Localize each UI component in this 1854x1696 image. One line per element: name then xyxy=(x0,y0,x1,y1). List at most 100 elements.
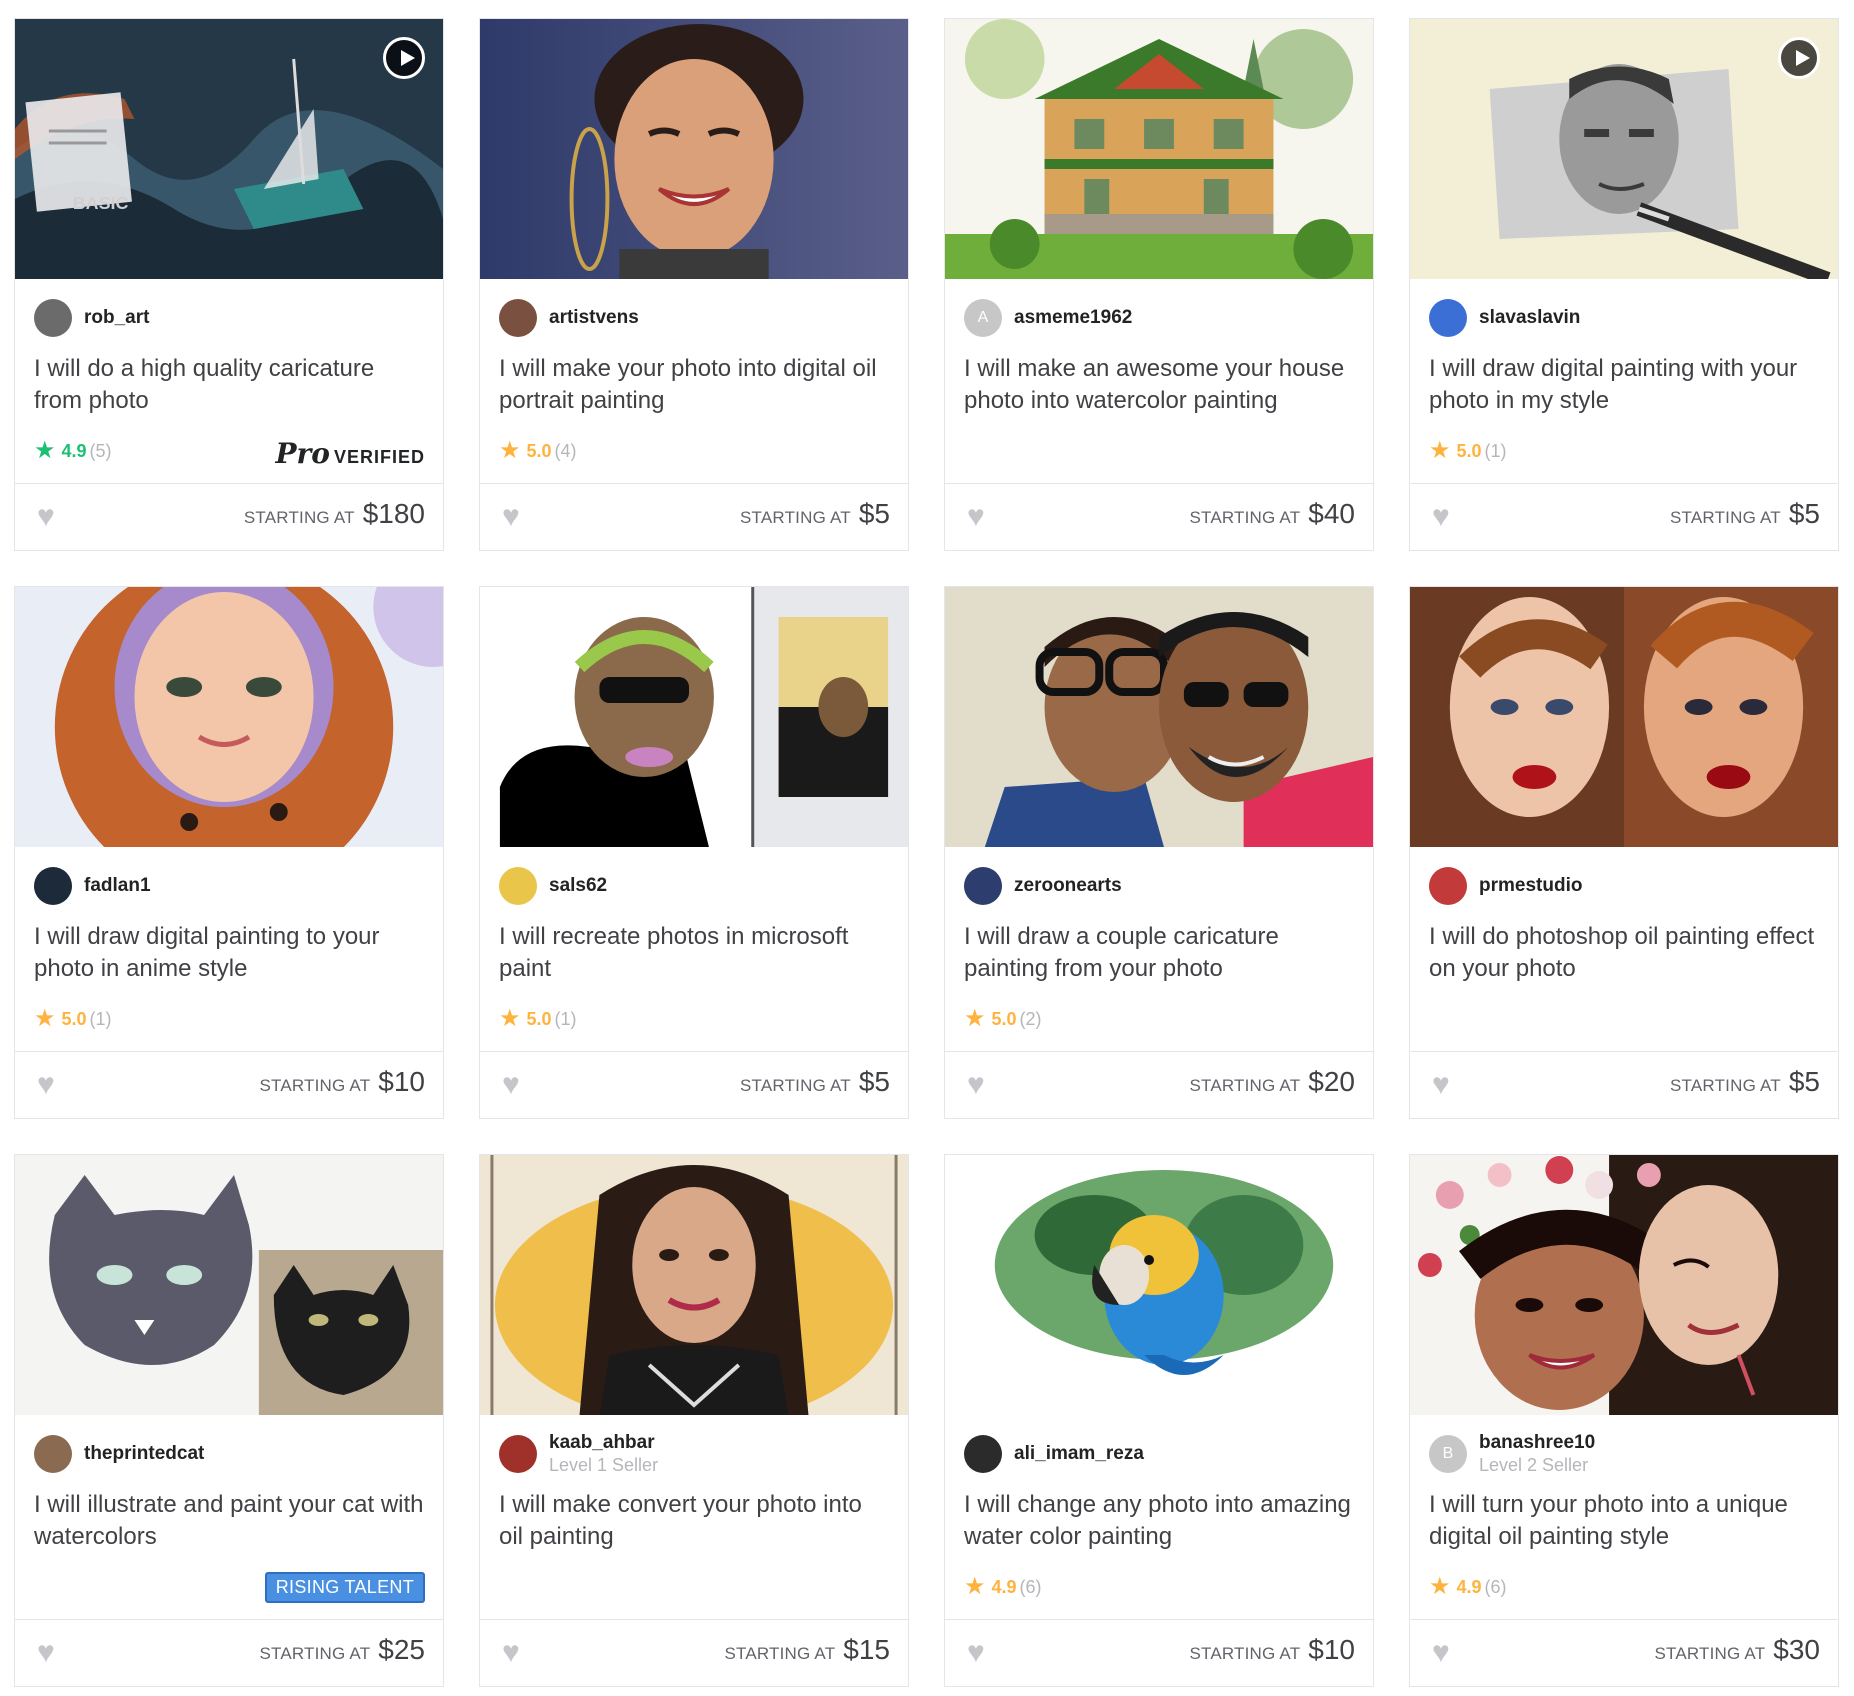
seller-avatar[interactable]: A xyxy=(964,299,1002,337)
gig-thumbnail[interactable] xyxy=(945,19,1373,279)
gig-card[interactable]: sals62 I will recreate photos in microsof… xyxy=(479,586,909,1119)
seller-avatar[interactable] xyxy=(499,1435,537,1473)
gig-price[interactable]: STARTING AT $5 xyxy=(1670,1066,1820,1098)
gig-title[interactable]: I will draw digital painting with your p… xyxy=(1429,353,1819,417)
gig-price[interactable]: STARTING AT $30 xyxy=(1654,1634,1820,1666)
seller-avatar[interactable] xyxy=(1429,299,1467,337)
seller-avatar[interactable]: B xyxy=(1429,1435,1467,1473)
heart-icon[interactable]: ♥ xyxy=(967,502,985,532)
seller-name[interactable]: sals62 xyxy=(549,875,607,897)
seller-info[interactable]: zeroonearts xyxy=(964,866,1122,906)
price-value[interactable]: $5 xyxy=(1789,498,1820,530)
gig-title[interactable]: I will turn your photo into a unique dig… xyxy=(1429,1489,1819,1553)
seller-info[interactable]: kaab_ahbar Level 1 Seller xyxy=(499,1432,658,1475)
gig-card[interactable]: ali_imam_reza I will change any photo int… xyxy=(944,1154,1374,1687)
seller-info[interactable]: rob_art xyxy=(34,298,149,338)
seller-name[interactable]: artistvens xyxy=(549,307,639,329)
seller-name[interactable]: kaab_ahbar xyxy=(549,1432,658,1454)
gig-card[interactable]: Aasmeme1962 I will make an awesome your h… xyxy=(944,18,1374,551)
gig-card[interactable]: kaab_ahbar Level 1 Seller I will make conv… xyxy=(479,1154,909,1687)
gig-price[interactable]: STARTING AT $5 xyxy=(1670,498,1820,530)
seller-info[interactable]: ali_imam_reza xyxy=(964,1434,1144,1474)
gig-card[interactable]: BASIC rob_art I will do a high quality car… xyxy=(14,18,444,551)
price-value[interactable]: $25 xyxy=(378,1634,425,1666)
gig-price[interactable]: STARTING AT $40 xyxy=(1189,498,1355,530)
gig-thumbnail[interactable] xyxy=(480,1155,908,1415)
seller-name[interactable]: zeroonearts xyxy=(1014,875,1122,897)
gig-title[interactable]: I will draw a couple caricature painting… xyxy=(964,921,1354,985)
heart-icon[interactable]: ♥ xyxy=(967,1070,985,1100)
seller-avatar[interactable] xyxy=(34,299,72,337)
gig-title[interactable]: I will change any photo into amazing wat… xyxy=(964,1489,1354,1553)
gig-card[interactable]: artistvens I will make your photo into di… xyxy=(479,18,909,551)
seller-avatar[interactable] xyxy=(34,1435,72,1473)
seller-avatar[interactable] xyxy=(499,867,537,905)
gig-price[interactable]: STARTING AT $20 xyxy=(1189,1066,1355,1098)
gig-card[interactable]: Bbanashree10 Level 2 Seller I will turn yo… xyxy=(1409,1154,1839,1687)
gig-thumbnail[interactable] xyxy=(15,1155,443,1415)
gig-title[interactable]: I will draw digital painting to your pho… xyxy=(34,921,424,985)
seller-name[interactable]: theprintedcat xyxy=(84,1443,204,1465)
seller-info[interactable]: Bbanashree10 Level 2 Seller xyxy=(1429,1432,1595,1475)
gig-thumbnail[interactable] xyxy=(1410,19,1838,279)
heart-icon[interactable]: ♥ xyxy=(502,502,520,532)
heart-icon[interactable]: ♥ xyxy=(1432,1638,1450,1668)
gig-title[interactable]: I will recreate photos in microsoft pain… xyxy=(499,921,889,985)
seller-info[interactable]: sals62 xyxy=(499,866,607,906)
gig-title[interactable]: I will do a high quality caricature from… xyxy=(34,353,424,417)
price-value[interactable]: $180 xyxy=(363,498,425,530)
seller-avatar[interactable] xyxy=(1429,867,1467,905)
gig-thumbnail[interactable] xyxy=(945,1155,1373,1415)
heart-icon[interactable]: ♥ xyxy=(967,1638,985,1668)
gig-title[interactable]: I will make convert your photo into oil … xyxy=(499,1489,889,1553)
price-value[interactable]: $5 xyxy=(1789,1066,1820,1098)
gig-thumbnail[interactable] xyxy=(945,587,1373,847)
seller-name[interactable]: ali_imam_reza xyxy=(1014,1443,1144,1465)
gig-thumbnail[interactable] xyxy=(480,587,908,847)
seller-name[interactable]: banashree10 xyxy=(1479,1432,1595,1454)
seller-info[interactable]: theprintedcat xyxy=(34,1434,204,1474)
gig-title[interactable]: I will make an awesome your house photo … xyxy=(964,353,1354,417)
gig-title[interactable]: I will do photoshop oil painting effect … xyxy=(1429,921,1819,985)
heart-icon[interactable]: ♥ xyxy=(502,1638,520,1668)
price-value[interactable]: $40 xyxy=(1308,498,1355,530)
gig-card[interactable]: fadlan1 I will draw digital painting to y… xyxy=(14,586,444,1119)
heart-icon[interactable]: ♥ xyxy=(37,1638,55,1668)
gig-thumbnail[interactable] xyxy=(480,19,908,279)
price-value[interactable]: $10 xyxy=(1308,1634,1355,1666)
heart-icon[interactable]: ♥ xyxy=(1432,1070,1450,1100)
gig-thumbnail[interactable] xyxy=(15,587,443,847)
gig-card[interactable]: zeroonearts I will draw a couple caricatu… xyxy=(944,586,1374,1119)
seller-info[interactable]: artistvens xyxy=(499,298,639,338)
heart-icon[interactable]: ♥ xyxy=(37,502,55,532)
seller-avatar[interactable] xyxy=(964,1435,1002,1473)
gig-price[interactable]: STARTING AT $5 xyxy=(740,1066,890,1098)
price-value[interactable]: $15 xyxy=(843,1634,890,1666)
gig-card[interactable]: theprintedcat I will illustrate and paint… xyxy=(14,1154,444,1687)
gig-price[interactable]: STARTING AT $10 xyxy=(259,1066,425,1098)
gig-price[interactable]: STARTING AT $25 xyxy=(259,1634,425,1666)
seller-avatar[interactable] xyxy=(34,867,72,905)
price-value[interactable]: $5 xyxy=(859,1066,890,1098)
price-value[interactable]: $10 xyxy=(378,1066,425,1098)
gig-thumbnail[interactable]: BASIC xyxy=(15,19,443,279)
price-value[interactable]: $30 xyxy=(1773,1634,1820,1666)
gig-price[interactable]: STARTING AT $15 xyxy=(724,1634,890,1666)
play-video-icon[interactable] xyxy=(383,37,425,79)
price-value[interactable]: $20 xyxy=(1308,1066,1355,1098)
gig-card[interactable]: slavaslavin I will draw digital painting … xyxy=(1409,18,1839,551)
gig-thumbnail[interactable] xyxy=(1410,587,1838,847)
gig-price[interactable]: STARTING AT $5 xyxy=(740,498,890,530)
heart-icon[interactable]: ♥ xyxy=(502,1070,520,1100)
seller-name[interactable]: fadlan1 xyxy=(84,875,151,897)
seller-info[interactable]: fadlan1 xyxy=(34,866,151,906)
seller-name[interactable]: prmestudio xyxy=(1479,875,1582,897)
heart-icon[interactable]: ♥ xyxy=(1432,502,1450,532)
gig-card[interactable]: prmestudio I will do photoshop oil painti… xyxy=(1409,586,1839,1119)
gig-title[interactable]: I will make your photo into digital oil … xyxy=(499,353,889,417)
seller-info[interactable]: prmestudio xyxy=(1429,866,1582,906)
price-value[interactable]: $5 xyxy=(859,498,890,530)
play-video-icon[interactable] xyxy=(1778,37,1820,79)
heart-icon[interactable]: ♥ xyxy=(37,1070,55,1100)
seller-name[interactable]: slavaslavin xyxy=(1479,307,1580,329)
